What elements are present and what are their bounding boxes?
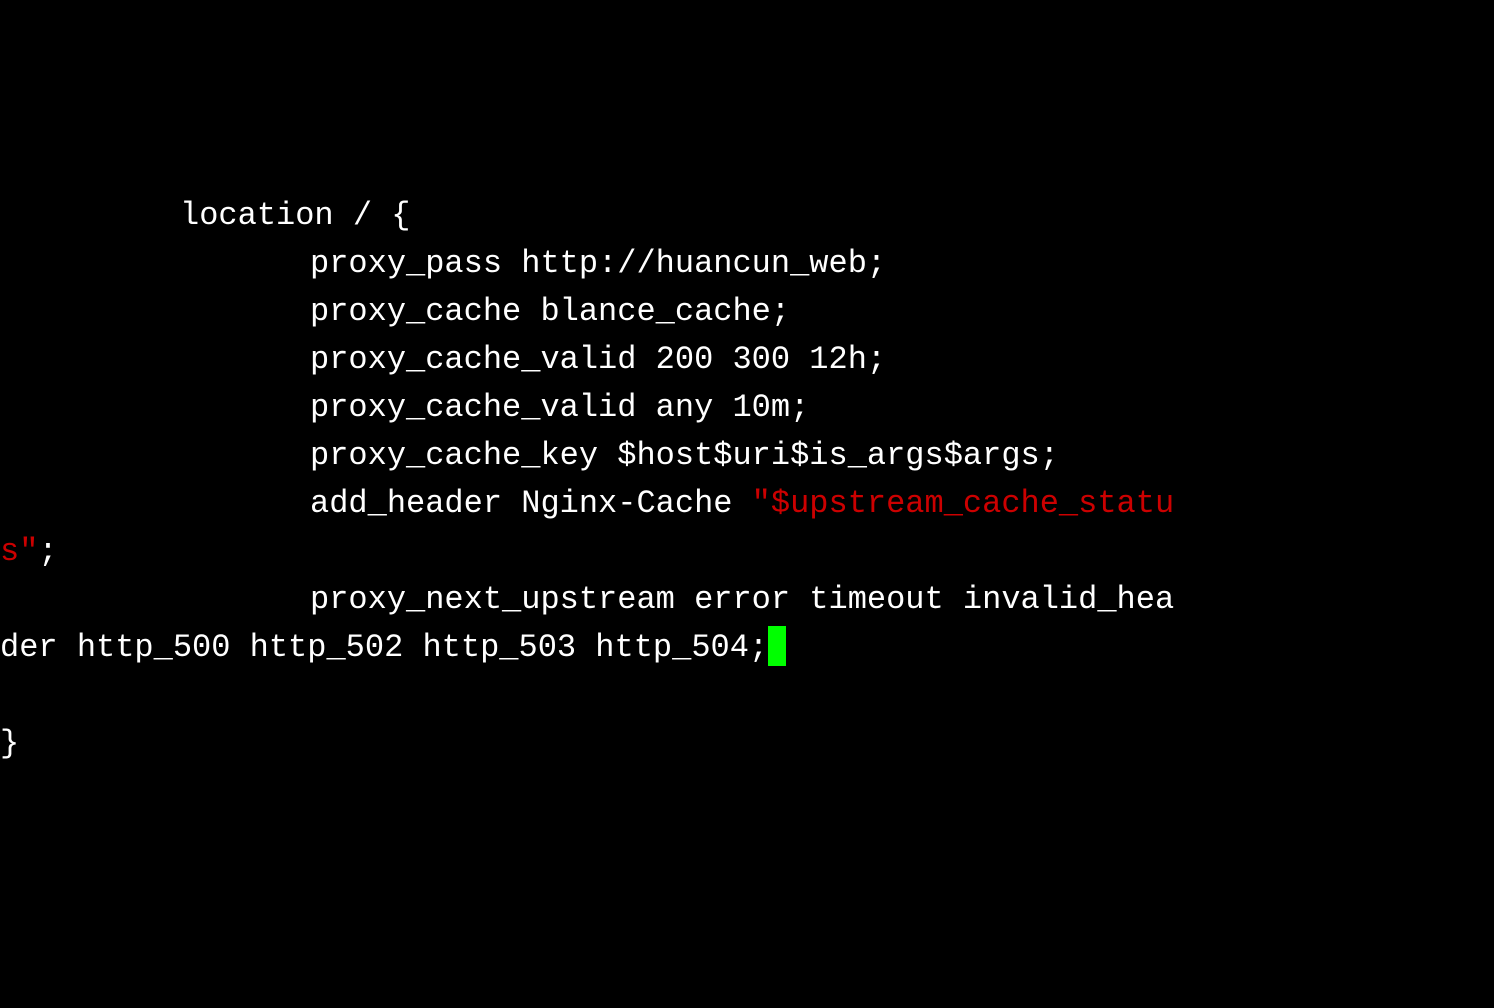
code-line-proxy-cache-key: proxy_cache_key $host$uri$is_args$args;	[0, 432, 1494, 480]
string-literal-part2: s"	[0, 533, 38, 570]
semicolon: ;	[38, 533, 57, 570]
code-line-proxy-cache: proxy_cache blance_cache;	[0, 288, 1494, 336]
terminal-code-editor[interactable]: location / {proxy_pass http://huancun_we…	[0, 192, 1494, 768]
code-line-location: location / {	[0, 192, 1494, 240]
add-header-text: add_header Nginx-Cache	[310, 485, 752, 522]
code-line-proxy-cache-valid-2: proxy_cache_valid any 10m;	[0, 384, 1494, 432]
code-line-proxy-next-upstream: proxy_next_upstream error timeout invali…	[0, 576, 1494, 624]
string-literal-part1: "$upstream_cache_statu	[752, 485, 1174, 522]
code-line-add-header-wrap: s";	[0, 528, 1494, 576]
proxy-next-upstream-continued: der http_500 http_502 http_503 http_504;	[0, 629, 768, 666]
code-line-proxy-cache-valid-1: proxy_cache_valid 200 300 12h;	[0, 336, 1494, 384]
cursor-icon	[768, 626, 786, 666]
code-line-empty	[0, 672, 1494, 720]
code-line-closing-brace: }	[0, 720, 1494, 768]
code-line-proxy-next-upstream-wrap: der http_500 http_502 http_503 http_504;	[0, 624, 1494, 672]
code-line-proxy-pass: proxy_pass http://huancun_web;	[0, 240, 1494, 288]
code-line-add-header: add_header Nginx-Cache "$upstream_cache_…	[0, 480, 1494, 528]
